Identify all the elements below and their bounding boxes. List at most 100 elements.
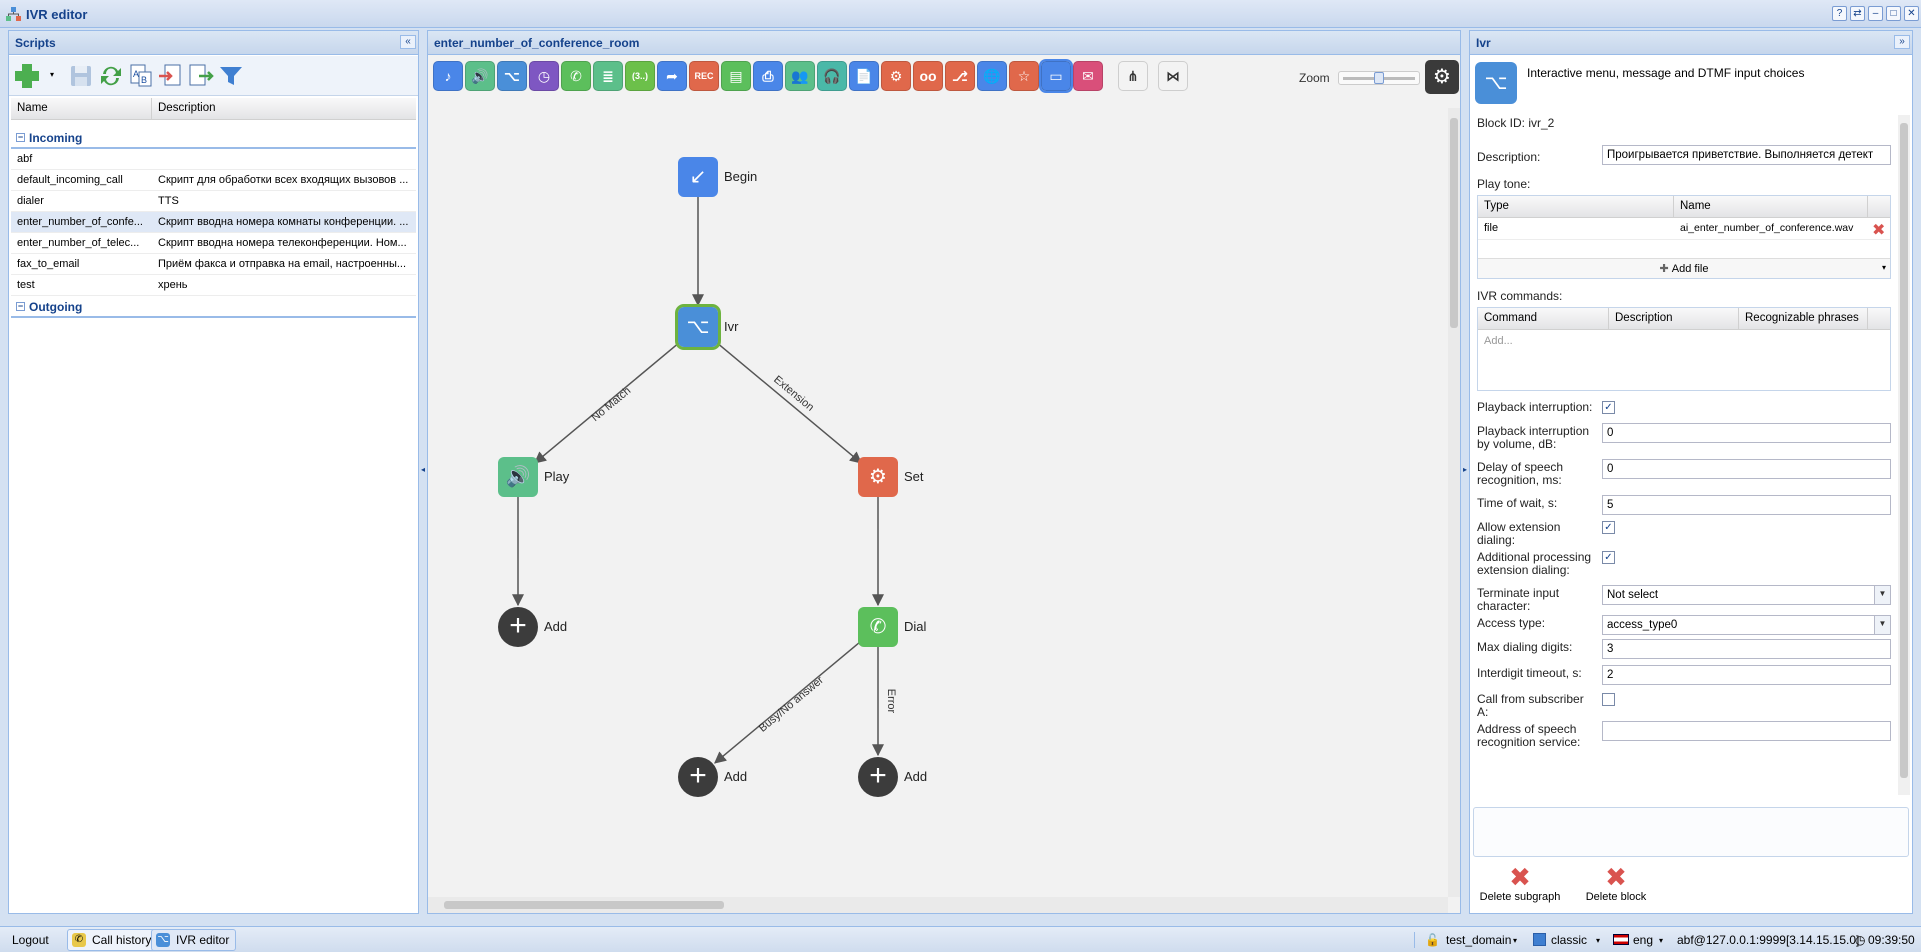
vertical-scrollbar[interactable] [1448,108,1460,897]
group-incoming[interactable]: − Incoming [11,127,416,149]
headset-icon[interactable]: 🎧 [817,61,847,91]
right-splitter-handle[interactable]: ▸ [1463,465,1468,483]
column-type[interactable]: Type [1478,196,1674,218]
fax-icon[interactable]: ⎙ [753,61,783,91]
add-node-plus-icon[interactable]: + [858,757,898,797]
properties-scrollbar[interactable] [1898,115,1910,795]
redirect-icon[interactable]: ➦ [657,61,687,91]
help-button[interactable]: ? [1832,6,1847,21]
vertical-scroll-thumb[interactable] [1450,118,1458,328]
ivr-icon[interactable]: ⌥ [497,61,527,91]
delete-block-button[interactable]: ✖ Delete block [1576,863,1656,911]
table-row[interactable]: default_incoming_call Скрипт для обработк… [11,170,416,191]
record-icon[interactable]: REC [689,61,719,91]
dial-node-icon[interactable]: ✆ [858,607,898,647]
field-checkbox[interactable] [1602,693,1615,706]
left-splitter-handle[interactable]: ◂ [421,465,426,483]
globe-icon[interactable]: 🌐 [977,61,1007,91]
language-selector[interactable]: eng [1633,933,1653,947]
chevron-down-icon[interactable]: ▼ [1874,586,1890,604]
table-row-selected[interactable]: enter_number_of_confe... Скрипт вводна но… [11,212,416,233]
number-icon[interactable]: (3..) [625,61,655,91]
field-input[interactable]: 3 [1602,639,1891,659]
conference-icon[interactable]: 👥 [785,61,815,91]
list-icon[interactable]: ≣ [593,61,623,91]
voicemail-icon[interactable]: oo [913,61,943,91]
begin-node-icon[interactable]: ↙ [678,157,718,197]
chevron-down-icon[interactable]: ▼ [1874,616,1890,634]
minimize-button[interactable]: – [1868,6,1883,21]
speaker-icon[interactable]: 🔊 [465,61,495,91]
task-ivr-editor[interactable]: ⌥ IVR editor [151,929,237,951]
column-description[interactable]: Description [1609,308,1739,330]
add-dropdown-icon[interactable]: ▾ [50,70,54,79]
tone-row[interactable]: file ai_enter_number_of_conference.wav ✖ [1478,218,1890,240]
maximize-button[interactable]: □ [1886,6,1901,21]
zoom-slider[interactable] [1338,71,1420,85]
email-icon[interactable]: ✉ [1073,61,1103,91]
task-call-history[interactable]: ✆ Call history [67,929,159,951]
filter-icon[interactable] [217,62,245,90]
field-select[interactable]: Not select ▼ [1602,585,1891,605]
star-icon[interactable]: ☆ [1009,61,1039,91]
field-input[interactable]: 0 [1602,423,1891,443]
column-name[interactable]: Name [1674,196,1868,218]
field-checkbox[interactable]: ✓ [1602,521,1615,534]
add-node-plus-icon[interactable]: + [498,607,538,647]
close-button[interactable]: ✕ [1904,6,1919,21]
tts-icon[interactable]: ▭ [1039,59,1073,93]
table-row[interactable]: fax_to_email Приём факса и отправка на em… [11,254,416,275]
play-node-icon[interactable]: 🔊 [498,457,538,497]
branch-icon[interactable]: ⎇ [945,61,975,91]
gear-icon[interactable]: ⚙ [881,61,911,91]
add-file-dropdown-icon[interactable]: ▾ [1882,263,1886,272]
description-field[interactable]: Проигрывается приветствие. Выполняется д… [1602,145,1891,165]
field-input[interactable]: 2 [1602,665,1891,685]
properties-scroll-thumb[interactable] [1900,123,1908,778]
document-icon[interactable]: 📄 [849,61,879,91]
column-phrases[interactable]: Recognizable phrases [1739,308,1868,330]
domain-selector[interactable]: test_domain [1446,933,1511,947]
theme-selector[interactable]: classic [1551,933,1587,947]
collapse-toggle-icon[interactable]: − [16,302,25,311]
subgraph-icon[interactable]: ⋈ [1158,61,1188,91]
export-icon[interactable] [187,62,215,90]
form-icon[interactable]: ▤ [721,61,751,91]
phone-icon[interactable]: ✆ [561,61,591,91]
field-select[interactable]: access_type0 ▼ [1602,615,1891,635]
delete-subgraph-button[interactable]: ✖ Delete subgraph [1475,863,1565,911]
group-outgoing[interactable]: − Outgoing [11,296,416,318]
field-input[interactable]: 5 [1602,495,1891,515]
clock-icon[interactable]: ◷ [529,61,559,91]
collapse-right-button[interactable]: » [1894,35,1910,49]
add-file-button[interactable]: ✚ Add file ▾ [1478,258,1890,278]
music-icon[interactable]: ♪ [433,61,463,91]
zoom-thumb[interactable] [1374,72,1384,84]
set-node-icon[interactable]: ⚙ [858,457,898,497]
domain-dropdown-icon[interactable]: ▾ [1513,936,1517,945]
column-command[interactable]: Command [1478,308,1609,330]
table-row[interactable]: enter_number_of_telec... Скрипт вводна но… [11,233,416,254]
theme-dropdown-icon[interactable]: ▾ [1596,936,1600,945]
column-description[interactable]: Description [152,98,416,120]
subgraph-lock-icon[interactable]: ⋔ [1118,61,1148,91]
ivr-node-icon[interactable]: ⌥ [675,304,721,350]
table-row[interactable]: abf [11,149,416,170]
horizontal-scrollbar[interactable] [428,897,1448,913]
field-checkbox[interactable]: ✓ [1602,551,1615,564]
column-name[interactable]: Name [11,98,152,120]
rename-icon[interactable]: AB [127,62,155,90]
add-script-icon[interactable] [13,62,41,90]
delete-tone-icon[interactable]: ✖ [1872,220,1885,240]
field-checkbox[interactable]: ✓ [1602,401,1615,414]
language-dropdown-icon[interactable]: ▾ [1659,936,1663,945]
logout-link[interactable]: Logout [12,933,49,947]
collapse-left-button[interactable]: « [400,35,416,49]
field-input[interactable]: 0 [1602,459,1891,479]
switch-button[interactable]: ⇄ [1850,6,1865,21]
refresh-icon[interactable] [97,62,125,90]
add-command-placeholder[interactable]: Add... [1484,335,1513,347]
save-icon[interactable] [67,62,95,90]
table-row[interactable]: test хрень [11,275,416,296]
horizontal-scroll-thumb[interactable] [444,901,724,909]
